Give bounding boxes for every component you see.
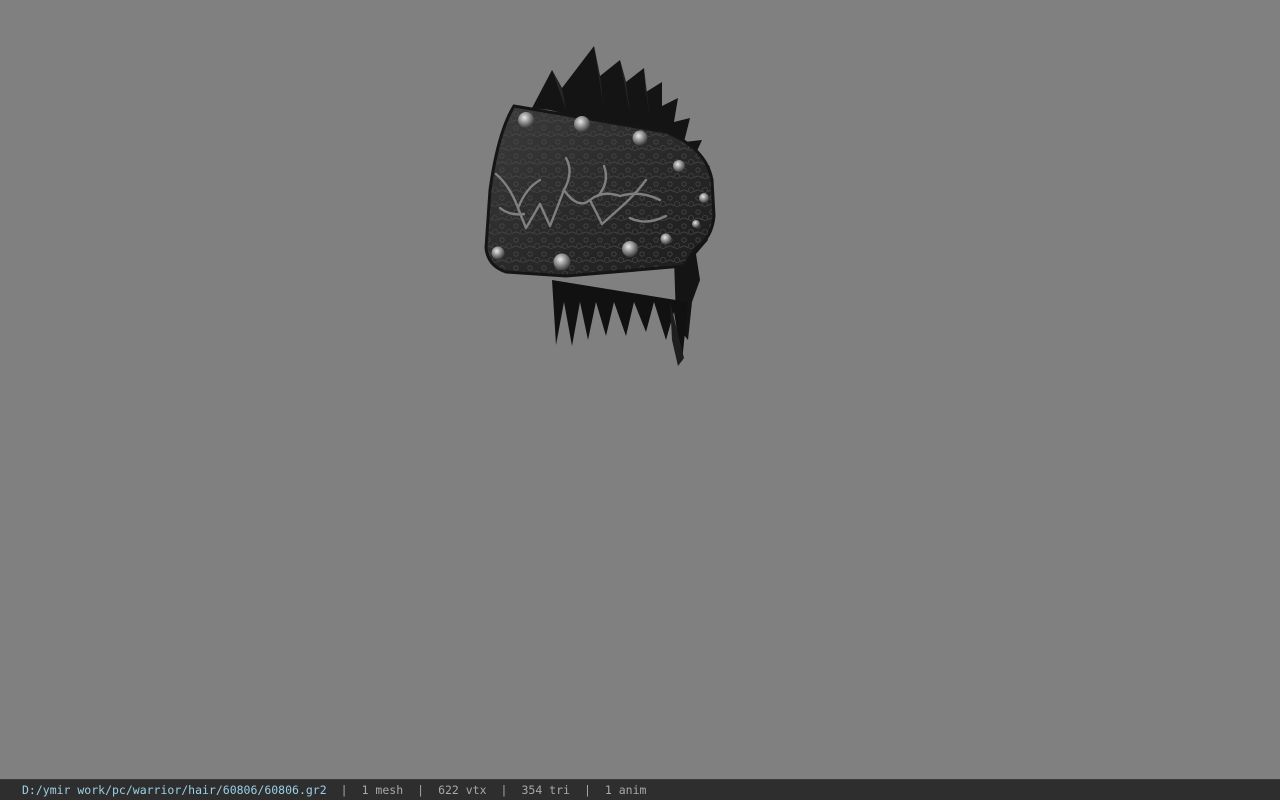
triangle-count: 354 tri [521,783,570,797]
anim-count: 1 anim [604,783,647,797]
spiked-helmet-model [484,46,716,366]
mesh-count: 1 mesh [361,783,404,797]
status-separator: | [500,783,508,797]
model-viewport[interactable] [0,0,1280,779]
status-separator: | [417,783,425,797]
vertex-count: 622 vtx [438,783,487,797]
file-path: D:/ymir work/pc/warrior/hair/60806/60806… [22,783,327,797]
status-separator: | [583,783,591,797]
status-bar: D:/ymir work/pc/warrior/hair/60806/60806… [0,779,1280,800]
status-separator: | [340,783,348,797]
